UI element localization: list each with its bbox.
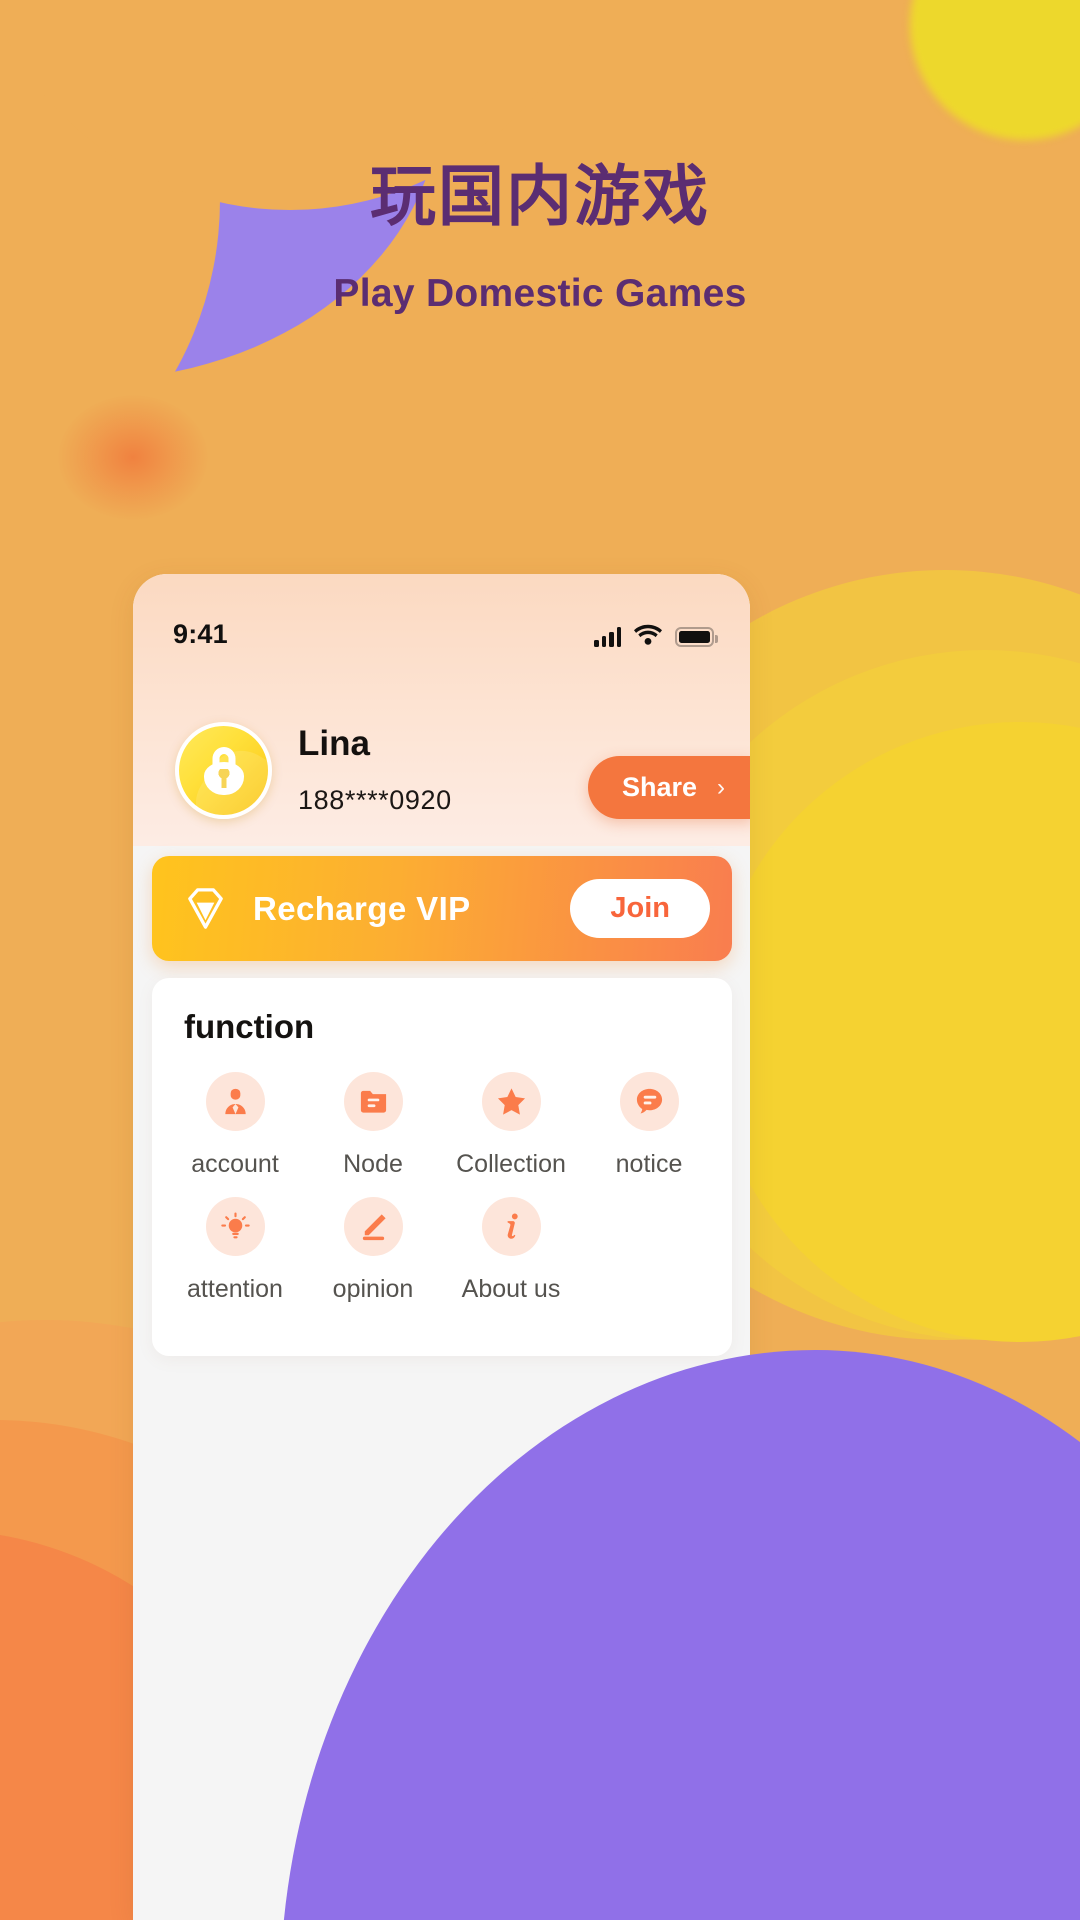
folder-document-icon bbox=[343, 1072, 403, 1131]
function-item-account[interactable]: account bbox=[166, 1072, 304, 1179]
orange-glow-blob bbox=[58, 395, 208, 520]
function-item-node[interactable]: Node bbox=[304, 1072, 442, 1179]
function-item-label: attention bbox=[187, 1275, 283, 1303]
page-subtitle: Play Domestic Games bbox=[333, 271, 747, 315]
page-title: 玩国内游戏 bbox=[370, 159, 710, 233]
lock-avatar-icon bbox=[203, 746, 244, 795]
function-grid: account Node Collection notice attention… bbox=[152, 1072, 732, 1304]
status-bar-time: 9:41 bbox=[173, 619, 228, 649]
profile-info: Lina 188****0920 bbox=[298, 726, 452, 816]
lightbulb-icon bbox=[205, 1197, 265, 1256]
vip-banner-label: Recharge VIP bbox=[253, 889, 471, 927]
join-vip-button[interactable]: Join bbox=[570, 879, 710, 938]
function-item-opinion[interactable]: opinion bbox=[304, 1197, 442, 1304]
user-icon bbox=[205, 1072, 265, 1131]
speech-bubble-icon bbox=[619, 1072, 679, 1131]
function-item-collection[interactable]: Collection bbox=[442, 1072, 580, 1179]
function-item-label: notice bbox=[615, 1150, 683, 1178]
function-item-label: Node bbox=[343, 1150, 403, 1178]
avatar[interactable] bbox=[175, 722, 272, 819]
profile-name: Lina bbox=[298, 723, 370, 763]
share-button[interactable]: Share › bbox=[587, 756, 750, 819]
function-item-label: account bbox=[191, 1150, 279, 1178]
wifi-icon bbox=[634, 624, 662, 650]
function-item-label: Collection bbox=[456, 1150, 566, 1178]
function-item-label: opinion bbox=[332, 1275, 414, 1303]
recharge-vip-banner[interactable]: Recharge VIP Join bbox=[152, 856, 732, 961]
function-item-about-us[interactable]: About us bbox=[442, 1197, 580, 1304]
cellular-signal-icon bbox=[594, 627, 621, 647]
status-bar: 9:41 bbox=[133, 574, 750, 660]
profile-phone: 188****0920 bbox=[298, 784, 452, 815]
function-item-attention[interactable]: attention bbox=[166, 1197, 304, 1304]
star-icon bbox=[481, 1072, 541, 1131]
diamond-icon bbox=[182, 885, 229, 932]
battery-icon bbox=[675, 627, 718, 647]
info-icon bbox=[481, 1197, 541, 1256]
function-card: function account Node Collection notice … bbox=[152, 978, 732, 1356]
share-button-label: Share bbox=[621, 772, 697, 802]
chevron-right-icon: › bbox=[717, 773, 725, 801]
status-bar-icons bbox=[594, 624, 718, 650]
pencil-edit-icon bbox=[343, 1197, 403, 1256]
function-item-notice[interactable]: notice bbox=[580, 1072, 718, 1179]
function-card-title: function bbox=[184, 1008, 315, 1045]
hero-header: 玩国内游戏 Play Domestic Games bbox=[0, 0, 1080, 316]
function-item-label: About us bbox=[461, 1275, 561, 1303]
